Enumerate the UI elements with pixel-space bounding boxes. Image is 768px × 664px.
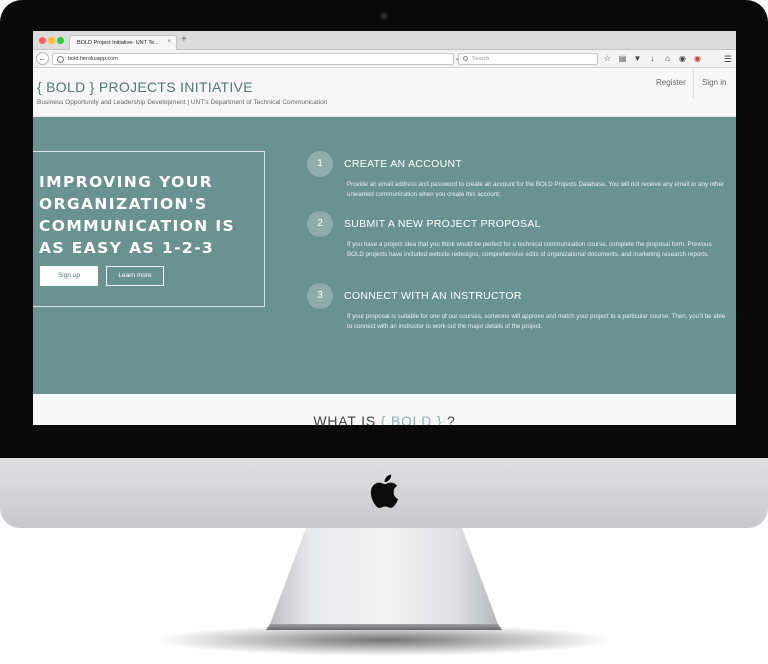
url-field[interactable]: bold.herokuapp.com ▾ ↻	[52, 53, 470, 65]
navigation-toolbar: ← bold.herokuapp.com ▾ ↻ Search ☆ ▤ ▼ ↓ …	[33, 50, 736, 68]
step-title: CREATE AN ACCOUNT	[344, 158, 463, 170]
step-number-badge: 1	[307, 151, 333, 177]
site-subtitle: Business Opportunity and Leadership Deve…	[37, 99, 328, 106]
browser-tab[interactable]: BOLD Project Initiative- UNT Te... ×	[69, 35, 177, 50]
search-placeholder: Search	[472, 56, 490, 62]
step-number-badge: 3	[307, 283, 333, 309]
about-heading: WHAT IS { BOLD } ?	[33, 413, 736, 425]
hero-callout: IMPROVING YOUR ORGANIZATION'S COMMUNICAT…	[33, 151, 265, 307]
new-tab-button[interactable]: +	[181, 35, 187, 45]
hero-heading: IMPROVING YOUR ORGANIZATION'S COMMUNICAT…	[39, 173, 236, 257]
about-heading-prefix: WHAT IS	[313, 413, 376, 425]
search-input[interactable]: Search	[458, 53, 598, 65]
window-close-button[interactable]	[39, 37, 46, 44]
site-header: { BOLD } PROJECTS INITIATIVE Business Op…	[33, 69, 736, 117]
home-icon[interactable]: ⌂	[663, 53, 672, 65]
globe-icon	[57, 56, 64, 63]
monitor-stand	[154, 528, 614, 656]
about-section: WHAT IS { BOLD } ?	[33, 394, 736, 425]
hero-section: IMPROVING YOUR ORGANIZATION'S COMMUNICAT…	[33, 117, 736, 394]
apple-logo-icon	[370, 474, 399, 508]
back-button[interactable]: ←	[36, 52, 49, 65]
url-text: bold.herokuapp.com	[68, 56, 118, 62]
step-description: If your proposal is suitable for one of …	[347, 313, 726, 330]
webcam	[381, 13, 387, 19]
site-title[interactable]: { BOLD } PROJECTS INITIATIVE	[37, 79, 253, 95]
star-icon[interactable]: ☆	[603, 53, 612, 65]
step-description: If you have a project idea that you thin…	[347, 241, 712, 258]
window-maximize-button[interactable]	[57, 37, 64, 44]
menu-icon[interactable]: ☰	[724, 53, 732, 65]
tab-close-icon[interactable]: ×	[167, 39, 171, 45]
about-heading-suffix: ?	[447, 413, 456, 425]
step-title: SUBMIT A NEW PROJECT PROPOSAL	[344, 218, 541, 230]
signup-button[interactable]: Sign up	[40, 266, 98, 286]
toolbar-icons: ☆ ▤ ▼ ↓ ⌂ ◉ ◉	[603, 53, 702, 65]
chat-icon[interactable]: ◉	[678, 53, 687, 65]
nav-divider	[693, 69, 694, 99]
browser-window: BOLD Project Initiative- UNT Te... × + ←…	[33, 31, 736, 425]
search-icon	[463, 56, 468, 61]
tab-bar: BOLD Project Initiative- UNT Te... × +	[33, 31, 736, 50]
about-heading-accent: { BOLD }	[380, 413, 443, 425]
window-minimize-button[interactable]	[48, 37, 55, 44]
register-link[interactable]: Register	[656, 78, 686, 87]
step-title: CONNECT WITH AN INSTRUCTOR	[344, 290, 522, 302]
pocket-icon[interactable]: ▼	[633, 53, 642, 65]
back-arrow-icon: ←	[38, 54, 47, 63]
step-description: Provide an email address and password to…	[347, 181, 724, 198]
learn-more-button[interactable]: Learn more	[106, 266, 164, 286]
tab-title: BOLD Project Initiative- UNT Te...	[77, 40, 159, 46]
signin-link[interactable]: Sign in	[702, 78, 726, 87]
extension-icon[interactable]: ◉	[693, 53, 702, 65]
download-icon[interactable]: ↓	[648, 53, 657, 65]
reading-list-icon[interactable]: ▤	[618, 53, 627, 65]
step-number-badge: 2	[307, 211, 333, 237]
